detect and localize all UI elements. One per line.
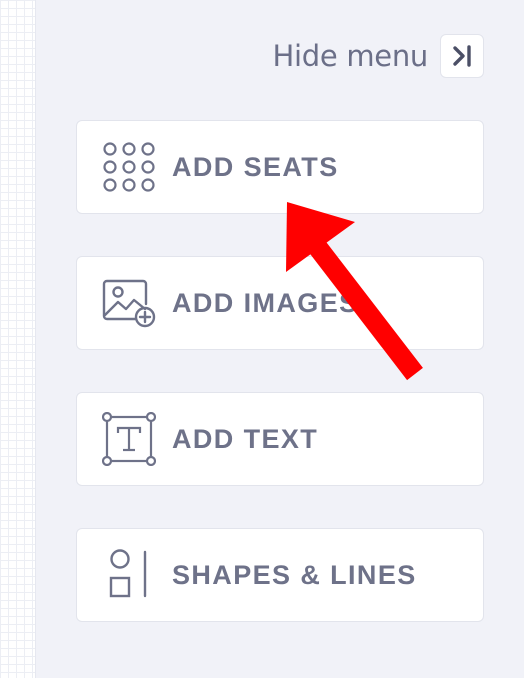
add-seats-label: ADD SEATS	[172, 151, 339, 182]
canvas-grid-area[interactable]	[0, 0, 36, 678]
seat-grid-icon	[101, 139, 157, 195]
add-text-button[interactable]: ADD TEXT	[76, 392, 484, 486]
shapes-lines-icon	[101, 547, 157, 603]
add-images-label: ADD IMAGES	[172, 287, 359, 318]
add-image-icon	[101, 275, 157, 331]
collapse-right-icon	[453, 45, 471, 67]
add-seats-button[interactable]: ADD SEATS	[76, 120, 484, 214]
hide-menu-control[interactable]: Hide menu	[273, 33, 484, 79]
hide-menu-label: Hide menu	[272, 39, 429, 73]
shapes-lines-button[interactable]: SHAPES & LINES	[76, 528, 484, 622]
text-box-icon	[101, 411, 157, 467]
side-menu-panel: Hide menu ADD SEATS ADD IMAGES ADD TEXT …	[36, 0, 524, 678]
shapes-lines-label: SHAPES & LINES	[172, 559, 417, 590]
add-text-label: ADD TEXT	[172, 423, 319, 454]
hide-menu-button[interactable]	[440, 34, 484, 78]
add-images-button[interactable]: ADD IMAGES	[76, 256, 484, 350]
